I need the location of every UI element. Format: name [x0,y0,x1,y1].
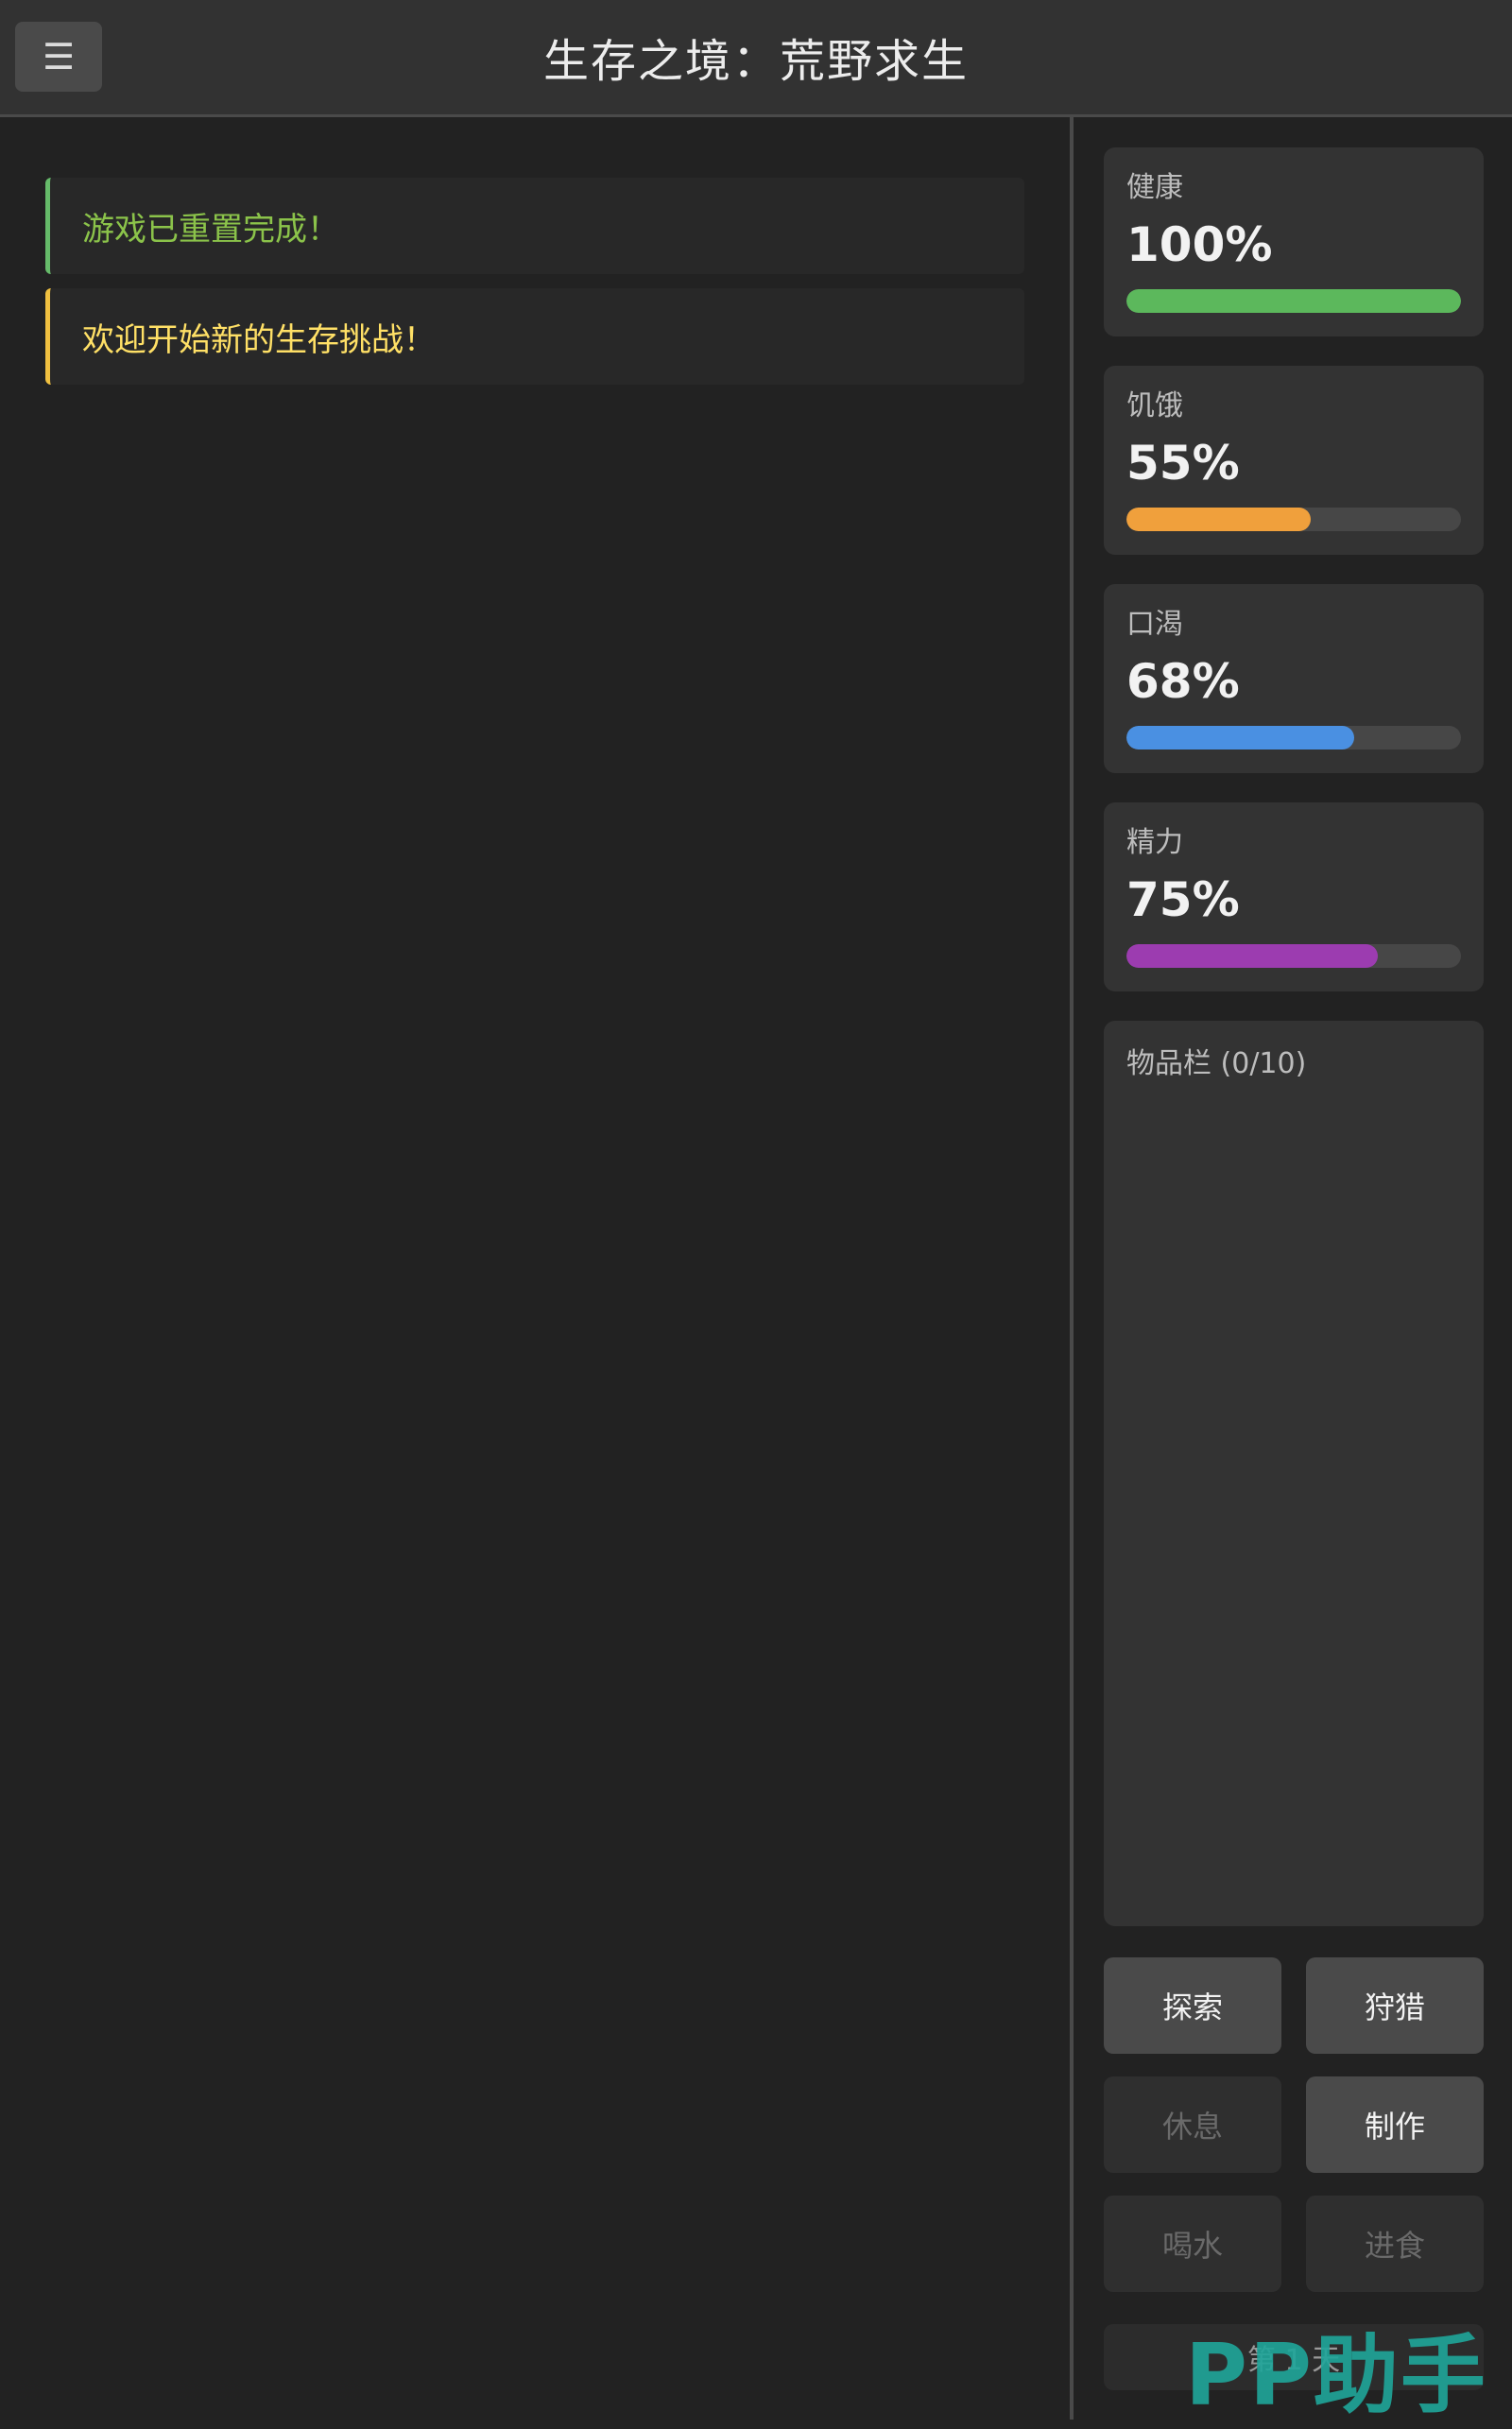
stat-card-energy: 精力 75% [1104,802,1484,991]
eat-button[interactable]: 进食 [1306,2196,1484,2292]
stat-card-health: 健康 100% [1104,147,1484,336]
stat-label: 精力 [1126,826,1183,859]
log-message-text: 欢迎开始新的生存挑战！ [82,320,436,359]
watermark-logo: PP助手 [1185,2326,1487,2425]
stat-card-thirst: 口渴 68% [1104,584,1484,773]
stat-value: 75% [1126,872,1240,927]
inventory-panel: 物品栏 (0/10) [1104,1021,1484,1926]
message-log: 游戏已重置完成！ 欢迎开始新的生存挑战！ [45,178,1024,399]
health-progress-bar [1126,289,1461,313]
stat-value: 100% [1126,217,1273,272]
craft-button[interactable]: 制作 [1306,2076,1484,2173]
hunger-progress-fill [1126,508,1311,531]
health-progress-fill [1126,289,1461,313]
top-bar: ☰ 生存之境：荒野求生 [0,0,1512,117]
drink-button[interactable]: 喝水 [1104,2196,1281,2292]
inventory-title: 物品栏 (0/10) [1126,1047,1307,1080]
explore-button[interactable]: 探索 [1104,1957,1281,2054]
thirst-progress-bar [1126,726,1461,749]
stat-card-hunger: 饥饿 55% [1104,366,1484,555]
stat-value: 68% [1126,654,1240,709]
panel-divider [1070,117,1074,2420]
status-sidebar: 健康 100% 饥饿 55% 口渴 68% 精力 75% 物品栏 (0/10) … [1104,147,1484,2390]
hunt-button[interactable]: 狩猎 [1306,1957,1484,2054]
stat-label: 健康 [1126,171,1183,204]
stat-label: 口渴 [1126,608,1183,641]
action-buttons: 探索 狩猎 休息 制作 喝水 进食 [1104,1957,1484,2292]
energy-progress-bar [1126,944,1461,968]
game-title: 生存之境：荒野求生 [542,35,969,88]
log-message-success: 游戏已重置完成！ [45,178,1024,274]
rest-button[interactable]: 休息 [1104,2076,1281,2173]
stat-label: 饥饿 [1126,389,1183,422]
stat-value: 55% [1126,436,1240,491]
log-message-text: 游戏已重置完成！ [82,210,339,249]
hunger-progress-bar [1126,508,1461,531]
thirst-progress-fill [1126,726,1354,749]
energy-progress-fill [1126,944,1378,968]
log-message-info: 欢迎开始新的生存挑战！ [45,288,1024,385]
